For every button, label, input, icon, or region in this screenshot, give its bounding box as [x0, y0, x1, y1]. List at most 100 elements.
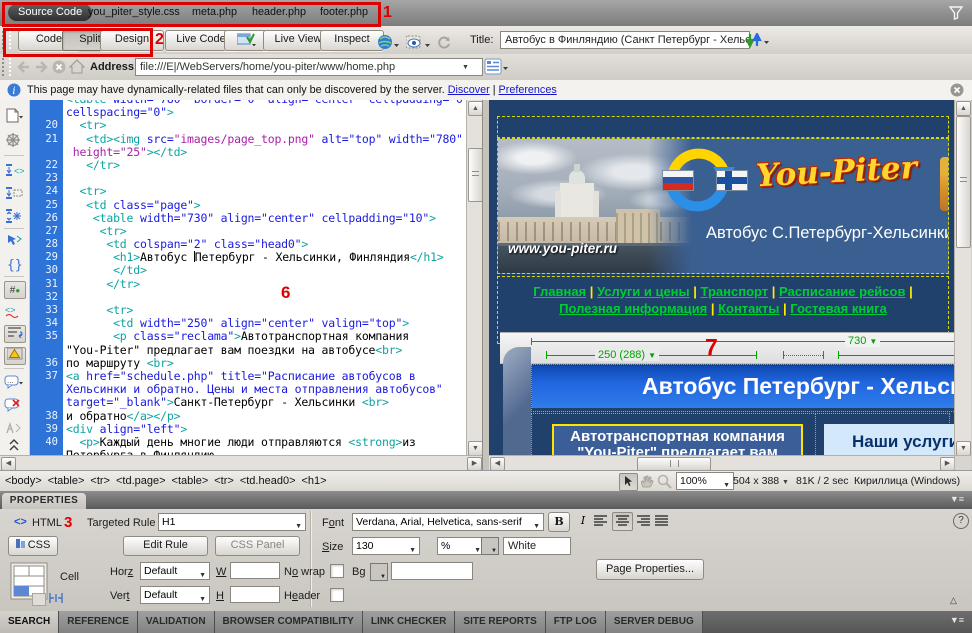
unit-dropdown[interactable]: %▼	[437, 537, 485, 555]
file-list-icon[interactable]	[484, 58, 510, 76]
preferences-link[interactable]: Preferences	[499, 84, 557, 96]
tag-selector-item[interactable]: <body>	[5, 475, 42, 487]
scroll-up-arrow[interactable]: ▲	[468, 101, 483, 116]
address-input[interactable]: file:///E|/WebServers/home/you-piter/www…	[135, 58, 483, 76]
results-tab-ftp-log[interactable]: FTP LOG	[546, 611, 606, 633]
zoom-tool[interactable]	[657, 474, 673, 489]
text-color-swatch[interactable]: ▼	[481, 537, 499, 555]
format-source-icon[interactable]	[4, 420, 24, 438]
line-numbers-icon[interactable]: #●	[4, 281, 26, 299]
nav-link[interactable]: Расписание рейсов	[779, 284, 905, 299]
tag-selector-item[interactable]: <table>	[172, 475, 209, 487]
properties-tab[interactable]: PROPERTIES	[2, 493, 86, 509]
inspect-button[interactable]: Inspect	[320, 30, 384, 51]
code-editor[interactable]: <table width="780" border="0" align="cen…	[63, 100, 466, 455]
results-tab-validation[interactable]: VALIDATION	[138, 611, 215, 633]
back-icon[interactable]	[16, 60, 31, 74]
code-hscrollbar[interactable]: ◀ ▶	[0, 455, 482, 471]
scroll-right-arrow[interactable]: ▶	[467, 457, 482, 471]
close-info-icon[interactable]	[950, 83, 964, 97]
results-tab-search[interactable]: SEARCH	[0, 611, 59, 633]
help-icon[interactable]: ?	[953, 513, 969, 529]
scroll-thumb[interactable]	[956, 116, 971, 248]
no-wrap-checkbox[interactable]	[330, 564, 344, 578]
tag-selector-item[interactable]: <h1>	[302, 475, 327, 487]
html-mode-button[interactable]: HTML	[32, 517, 62, 529]
select-tool[interactable]	[619, 473, 638, 491]
tag-selector-item[interactable]: <td.head0>	[240, 475, 296, 487]
css-panel-button[interactable]: CSS Panel	[215, 536, 300, 556]
merge-cells-icon[interactable]	[32, 593, 46, 606]
results-tab-site-reports[interactable]: SITE REPORTS	[455, 611, 545, 633]
open-documents-icon[interactable]	[4, 108, 24, 126]
table-width-bar[interactable]: 730 ▼ 250 (288) ▼ 7	[500, 332, 954, 364]
tag-selector-item[interactable]: <tr>	[214, 475, 234, 487]
collapse-panel-icon[interactable]: △	[950, 595, 957, 606]
size-dropdown[interactable]: 130▼	[352, 537, 420, 555]
results-tab-browser-compatibility[interactable]: BROWSER COMPATIBILITY	[215, 611, 363, 633]
apply-comment-icon[interactable]: ...	[4, 374, 24, 392]
align-right-icon[interactable]	[636, 515, 651, 528]
panel-menu-icon[interactable]: ▼≡	[950, 611, 972, 633]
scroll-left-arrow[interactable]: ◀	[490, 457, 505, 471]
scroll-down-arrow[interactable]: ▼	[468, 441, 483, 456]
text-color-input[interactable]: White	[503, 537, 571, 555]
bold-button[interactable]: B	[548, 512, 570, 532]
more-chevron-icon[interactable]	[4, 438, 24, 456]
filter-icon[interactable]	[948, 5, 964, 21]
window-size[interactable]: 504 x 388 ▼	[733, 475, 789, 487]
tag-selector-item[interactable]: <tr>	[90, 475, 110, 487]
file-management-icon[interactable]	[746, 33, 772, 48]
code-vscrollbar[interactable]: ▲ ▼	[466, 100, 483, 455]
nav-link[interactable]: Полезная информация	[559, 301, 707, 316]
bg-color-input[interactable]	[391, 562, 473, 580]
forward-icon[interactable]	[34, 60, 49, 74]
scroll-thumb[interactable]	[468, 148, 483, 202]
expand-all-icon[interactable]	[4, 208, 24, 226]
remove-comment-icon[interactable]	[4, 397, 24, 415]
hand-tool[interactable]	[639, 474, 655, 489]
preview-in-browser-icon[interactable]	[377, 35, 401, 51]
validate-eye-icon[interactable]	[406, 35, 432, 51]
column-width-730[interactable]: 730 ▼	[845, 335, 880, 347]
column-width-250[interactable]: 250 (288) ▼	[595, 349, 659, 361]
results-tab-reference[interactable]: REFERENCE	[59, 611, 138, 633]
code-line[interactable]: </tr>	[66, 278, 466, 291]
scroll-down-arrow[interactable]: ▼	[956, 441, 971, 456]
design-hscrollbar[interactable]: ◀ ▶	[489, 455, 954, 471]
align-justify-icon[interactable]	[654, 515, 669, 528]
code-line[interactable]: cellspacing="0">	[66, 106, 466, 119]
stop-icon[interactable]	[52, 60, 67, 74]
nav-link[interactable]: Транспорт	[701, 284, 769, 299]
balance-braces-icon[interactable]: {}	[4, 256, 24, 274]
font-dropdown[interactable]: Verdana, Arial, Helvetica, sans-serif▼	[352, 513, 544, 531]
design-vscrollbar[interactable]: ▲ ▼	[954, 100, 971, 455]
horz-dropdown[interactable]: Default▼	[140, 562, 210, 580]
header-checkbox[interactable]	[330, 588, 344, 602]
design-view[interactable]: You-Piter Автобус С.Петербург-Хельсинки …	[489, 100, 954, 455]
split-cell-icon[interactable]	[48, 591, 64, 605]
edit-rule-button[interactable]: Edit Rule	[123, 536, 208, 556]
title-input[interactable]: Автобус в Финляндию (Санкт Петербург - Х…	[500, 31, 750, 49]
css-mode-button[interactable]: CSS	[8, 536, 58, 556]
h-input[interactable]	[230, 586, 280, 603]
word-wrap-icon[interactable]	[4, 325, 26, 343]
scroll-right-arrow[interactable]: ▶	[940, 457, 955, 471]
page-properties-button[interactable]: Page Properties...	[596, 559, 704, 580]
syntax-error-alerts-icon[interactable]	[4, 347, 26, 365]
code-line[interactable]: </tr>	[66, 159, 466, 172]
refresh-icon[interactable]	[437, 36, 451, 50]
select-parent-tag-icon[interactable]	[4, 233, 24, 251]
code-line[interactable]	[66, 172, 466, 185]
discover-link[interactable]: Discover	[448, 84, 490, 96]
tag-selector-item[interactable]: <table>	[48, 475, 85, 487]
align-left-icon[interactable]	[594, 515, 609, 528]
collapse-full-tag-icon[interactable]: <>	[4, 162, 24, 180]
scroll-up-arrow[interactable]: ▲	[956, 101, 971, 116]
collapse-selection-icon[interactable]	[4, 185, 24, 203]
home-icon[interactable]	[69, 59, 85, 74]
italic-button[interactable]: I	[575, 514, 591, 530]
page-heading-bar[interactable]: Автобус Петербург - Хельсинки	[532, 366, 954, 408]
code-line[interactable]: height="25"></td>	[66, 146, 466, 159]
nav-link[interactable]: Гостевая книга	[790, 301, 887, 316]
